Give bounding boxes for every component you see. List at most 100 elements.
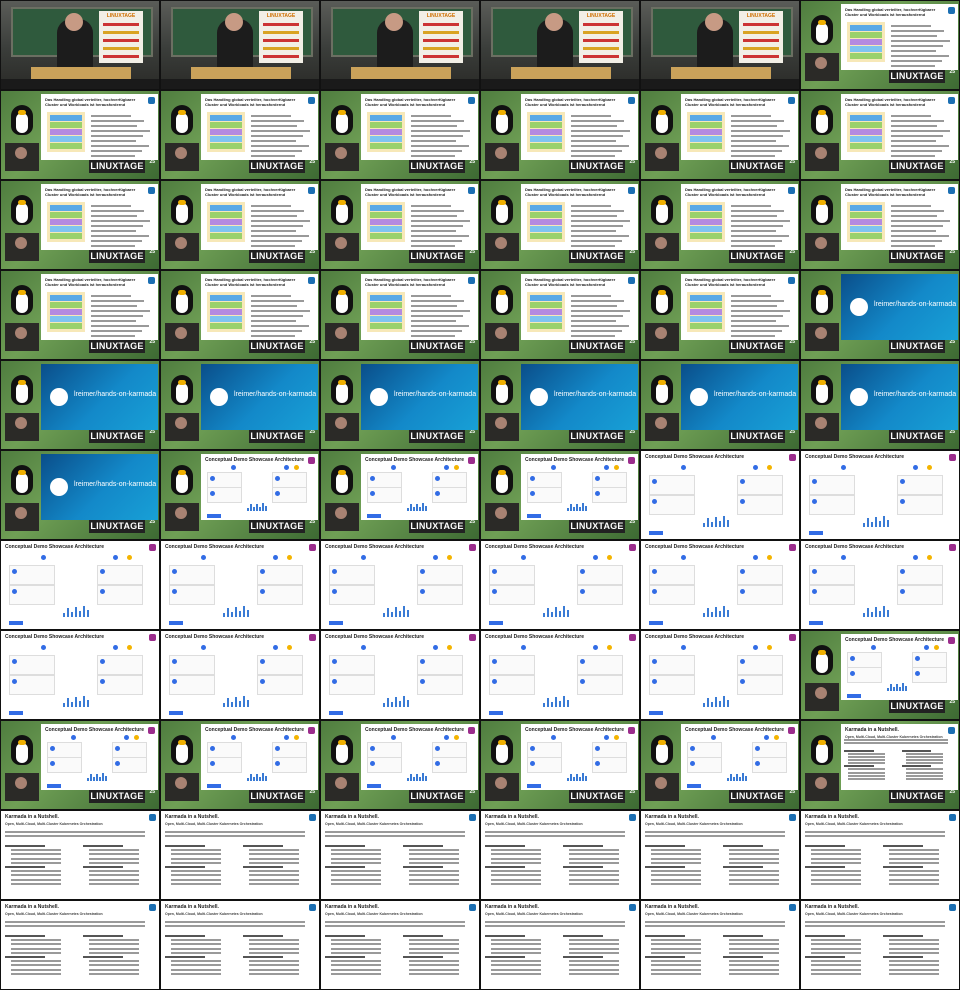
video-frame-1[interactable]: LINUXTAGE	[0, 0, 160, 90]
video-frame-32[interactable]: LINUXTAGE 25 Conceptual Demo Showcase Arch…	[160, 450, 320, 540]
video-frame-19[interactable]: LINUXTAGE 25 Das Handling global verteilte…	[0, 270, 160, 360]
video-frame-16[interactable]: LINUXTAGE 25 Das Handling global verteilte…	[480, 180, 640, 270]
video-frame-39[interactable]: Conceptual Demo Showcase Architecture	[320, 540, 480, 630]
video-frame-47[interactable]: Conceptual Demo Showcase Architecture	[640, 630, 800, 720]
video-frame-10[interactable]: LINUXTAGE 25 Das Handling global verteilte…	[480, 90, 640, 180]
video-frame-18[interactable]: LINUXTAGE 25 Das Handling global verteilte…	[800, 180, 960, 270]
karmada-logo	[846, 694, 861, 698]
video-frame-57[interactable]: Karmada in a Nutshell. Open, Multi-Cloud,…	[320, 810, 480, 900]
video-frame-17[interactable]: LINUXTAGE 25 Das Handling global verteilte…	[640, 180, 800, 270]
video-frame-8[interactable]: LINUXTAGE 25 Das Handling global verteilte…	[160, 90, 320, 180]
video-frame-5[interactable]: LINUXTAGE	[640, 0, 800, 90]
video-frame-65[interactable]: Karmada in a Nutshell. Open, Multi-Cloud,…	[640, 900, 800, 990]
speaker-head	[225, 13, 243, 31]
video-frame-45[interactable]: Conceptual Demo Showcase Architecture	[320, 630, 480, 720]
tux-belly	[16, 203, 28, 223]
diagram-band	[850, 32, 882, 38]
video-frame-37[interactable]: Conceptual Demo Showcase Architecture	[0, 540, 160, 630]
karmada-logo	[169, 621, 183, 625]
video-frame-29[interactable]: LINUXTAGE 25 lreimer/hands-on-karmada	[640, 360, 800, 450]
video-frame-6[interactable]: LINUXTAGE 25 Das Handling global verteilte…	[800, 0, 960, 90]
cloud-icon	[774, 734, 780, 740]
video-frame-20[interactable]: LINUXTAGE 25 Das Handling global verteilte…	[160, 270, 320, 360]
video-frame-28[interactable]: LINUXTAGE 25 lreimer/hands-on-karmada	[480, 360, 640, 450]
video-frame-35[interactable]: Conceptual Demo Showcase Architecture	[640, 450, 800, 540]
video-frame-66[interactable]: Karmada in a Nutshell. Open, Multi-Cloud,…	[800, 900, 960, 990]
cluster-diagram	[847, 112, 885, 152]
video-frame-24[interactable]: LINUXTAGE 25 lreimer/hands-on-karmada	[800, 270, 960, 360]
video-frame-51[interactable]: LINUXTAGE 25 Conceptual Demo Showcase Arch…	[320, 720, 480, 810]
video-frame-40[interactable]: Conceptual Demo Showcase Architecture	[480, 540, 640, 630]
video-frame-7[interactable]: LINUXTAGE 25 Das Handling global verteilte…	[0, 90, 160, 180]
traffic-bar	[235, 697, 237, 707]
traffic-bar	[399, 611, 401, 617]
traffic-bar	[584, 505, 587, 511]
video-frame-56[interactable]: Karmada in a Nutshell. Open, Multi-Cloud,…	[160, 810, 320, 900]
video-frame-61[interactable]: Karmada in a Nutshell. Open, Multi-Cloud,…	[0, 900, 160, 990]
video-frame-48[interactable]: LINUXTAGE 25 Conceptual Demo Showcase Arch…	[800, 630, 960, 720]
bullet-line	[571, 300, 624, 302]
video-frame-42[interactable]: Conceptual Demo Showcase Architecture	[800, 540, 960, 630]
video-frame-22[interactable]: LINUXTAGE 25 Das Handling global verteilte…	[480, 270, 640, 360]
bullet-line	[891, 230, 936, 232]
kubernetes-icon	[812, 499, 817, 504]
video-frame-52[interactable]: LINUXTAGE 25 Conceptual Demo Showcase Arch…	[480, 720, 640, 810]
video-frame-2[interactable]: LINUXTAGE	[160, 0, 320, 90]
subtitle-line	[805, 921, 945, 923]
video-frame-15[interactable]: LINUXTAGE 25 Das Handling global verteilte…	[320, 180, 480, 270]
subtitle-line	[165, 831, 305, 833]
video-frame-36[interactable]: Conceptual Demo Showcase Architecture	[800, 450, 960, 540]
video-frame-50[interactable]: LINUXTAGE 25 Conceptual Demo Showcase Arch…	[160, 720, 320, 810]
speaker-head	[385, 13, 403, 31]
video-frame-3[interactable]: LINUXTAGE	[320, 0, 480, 90]
video-frame-30[interactable]: LINUXTAGE 25 lreimer/hands-on-karmada	[800, 360, 960, 450]
bullet-line	[571, 130, 630, 132]
bullet-line	[491, 853, 541, 856]
video-frame-43[interactable]: Conceptual Demo Showcase Architecture	[0, 630, 160, 720]
video-frame-55[interactable]: Karmada in a Nutshell. Open, Multi-Cloud,…	[0, 810, 160, 900]
video-frame-60[interactable]: Karmada in a Nutshell. Open, Multi-Cloud,…	[800, 810, 960, 900]
bullet-line	[5, 845, 45, 847]
cloud-icon	[710, 734, 716, 740]
tux-penguin-icon	[167, 277, 197, 317]
video-frame-58[interactable]: Karmada in a Nutshell. Open, Multi-Cloud,…	[480, 810, 640, 900]
video-frame-23[interactable]: LINUXTAGE 25 Das Handling global verteilte…	[640, 270, 800, 360]
traffic-bar	[391, 702, 393, 707]
video-frame-26[interactable]: LINUXTAGE 25 lreimer/hands-on-karmada	[160, 360, 320, 450]
video-frame-41[interactable]: Conceptual Demo Showcase Architecture	[640, 540, 800, 630]
video-frame-31[interactable]: LINUXTAGE 25 lreimer/hands-on-karmada	[0, 450, 160, 540]
video-frame-33[interactable]: LINUXTAGE 25 Conceptual Demo Showcase Arch…	[320, 450, 480, 540]
video-frame-53[interactable]: LINUXTAGE 25 Conceptual Demo Showcase Arch…	[640, 720, 800, 810]
video-frame-59[interactable]: Karmada in a Nutshell. Open, Multi-Cloud,…	[640, 810, 800, 900]
video-frame-46[interactable]: Conceptual Demo Showcase Architecture	[480, 630, 640, 720]
speaker-camera-inset	[5, 323, 39, 351]
video-frame-4[interactable]: LINUXTAGE	[480, 0, 640, 90]
video-frame-25[interactable]: LINUXTAGE 25 lreimer/hands-on-karmada	[0, 360, 160, 450]
video-frame-49[interactable]: LINUXTAGE 25 Conceptual Demo Showcase Arch…	[0, 720, 160, 810]
video-frame-64[interactable]: Karmada in a Nutshell. Open, Multi-Cloud,…	[480, 900, 640, 990]
bullet-line	[729, 972, 779, 975]
video-frame-54[interactable]: LINUXTAGE 25 Karmada in a Nutshell. Open, M…	[800, 720, 960, 810]
video-frame-38[interactable]: Conceptual Demo Showcase Architecture	[160, 540, 320, 630]
video-frame-21[interactable]: LINUXTAGE 25 Das Handling global verteilte…	[320, 270, 480, 360]
cluster-box	[577, 565, 623, 585]
video-frame-62[interactable]: Karmada in a Nutshell. Open, Multi-Cloud,…	[160, 900, 320, 990]
video-frame-14[interactable]: LINUXTAGE 25 Das Handling global verteilte…	[160, 180, 320, 270]
video-frame-11[interactable]: LINUXTAGE 25 Das Handling global verteilte…	[640, 90, 800, 180]
bullet-line	[251, 155, 295, 157]
kubernetes-icon	[492, 569, 497, 574]
video-frame-9[interactable]: LINUXTAGE 25 Das Handling global verteilte…	[320, 90, 480, 180]
video-frame-12[interactable]: LINUXTAGE 25 Das Handling global verteilte…	[800, 90, 960, 180]
bullet-line	[848, 771, 886, 774]
bullet-line	[411, 335, 455, 337]
slide-title: Das Handling global verteilter, hochverf…	[525, 277, 616, 287]
video-frame-34[interactable]: LINUXTAGE 25 Conceptual Demo Showcase Arch…	[480, 450, 640, 540]
video-frame-63[interactable]: Karmada in a Nutshell. Open, Multi-Cloud,…	[320, 900, 480, 990]
bullet-line	[249, 853, 299, 856]
traffic-bar	[735, 773, 738, 781]
video-frame-44[interactable]: Conceptual Demo Showcase Architecture	[160, 630, 320, 720]
bullet-line	[891, 30, 944, 32]
video-frame-27[interactable]: LINUXTAGE 25 lreimer/hands-on-karmada	[320, 360, 480, 450]
video-frame-13[interactable]: LINUXTAGE 25 Das Handling global verteilte…	[0, 180, 160, 270]
diagram-band	[530, 233, 562, 239]
